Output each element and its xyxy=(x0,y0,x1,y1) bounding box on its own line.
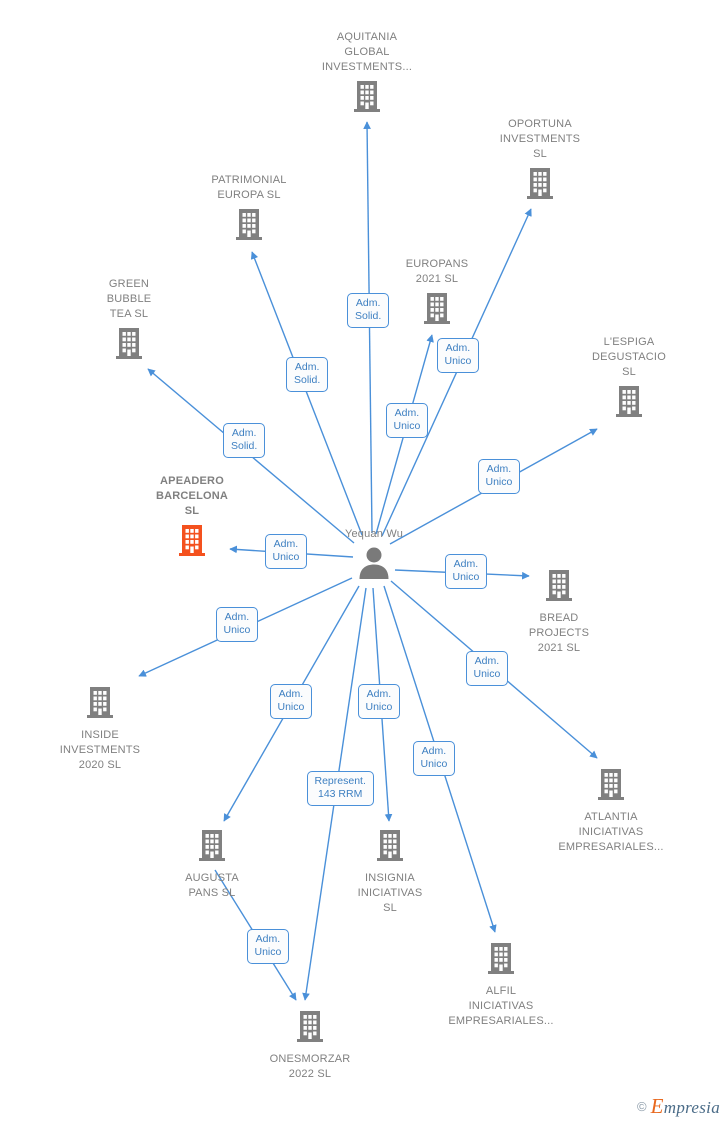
building-icon xyxy=(177,523,207,562)
company-node-patrimonial[interactable]: PATRIMONIAL EUROPA SL xyxy=(169,173,329,246)
brand-name: Empresia xyxy=(651,1094,720,1119)
edge-label-e-oportuna[interactable]: Adm. Unico xyxy=(436,337,480,373)
edge-label-e-atlantia[interactable]: Adm. Unico xyxy=(465,650,509,686)
edge-label-e-augusta-onesmorzar[interactable]: Adm. Unico xyxy=(246,928,290,964)
building-icon xyxy=(234,207,264,246)
edge-label-e-europans[interactable]: Adm. Unico xyxy=(385,402,429,438)
company-node-label-apeadero: APEADERO BARCELONA SL xyxy=(155,475,229,517)
empresia-watermark: © Empresia xyxy=(637,1094,720,1119)
building-icon xyxy=(197,828,227,867)
company-node-label-atlantia: ATLANTIA INICIATIVAS EMPRESARIALES... xyxy=(558,811,664,853)
building-icon xyxy=(525,166,555,205)
company-node-label-alfil: ALFIL INICIATIVAS EMPRESARIALES... xyxy=(448,985,554,1027)
edge-label-e-inside[interactable]: Adm. Unico xyxy=(215,606,259,642)
person-icon xyxy=(354,546,394,585)
company-node-label-onesmorzar: ONESMORZAR 2022 SL xyxy=(269,1053,351,1080)
edge-label-e-onesmorzar[interactable]: Represent. 143 RRM xyxy=(306,770,374,806)
building-icon xyxy=(544,568,574,607)
company-node-atlantia[interactable]: ATLANTIA INICIATIVAS EMPRESARIALES... xyxy=(531,767,691,855)
center-person-label: Yequan Wu xyxy=(344,528,404,540)
building-icon xyxy=(422,291,452,330)
company-node-label-europans: EUROPANS 2021 SL xyxy=(405,258,469,285)
company-node-lespiga[interactable]: L'ESPIGA DEGUSTACIO SL xyxy=(549,335,709,423)
company-node-oportuna[interactable]: OPORTUNA INVESTMENTS SL xyxy=(460,117,620,205)
company-node-greenbubble[interactable]: GREEN BUBBLE TEA SL xyxy=(49,277,209,365)
edge-label-e-aquitania[interactable]: Adm. Solid. xyxy=(347,292,390,328)
edge-label-e-augusta[interactable]: Adm. Unico xyxy=(269,683,313,719)
building-icon xyxy=(614,384,644,423)
company-node-augusta[interactable]: AUGUSTA PANS SL xyxy=(132,828,292,901)
company-node-insignia[interactable]: INSIGNIA INICIATIVAS SL xyxy=(310,828,470,916)
center-person-node[interactable]: Yequan Wu xyxy=(294,527,454,585)
company-node-label-greenbubble: GREEN BUBBLE TEA SL xyxy=(106,278,152,320)
company-node-label-patrimonial: PATRIMONIAL EUROPA SL xyxy=(211,174,287,201)
building-icon xyxy=(114,326,144,365)
company-node-label-insignia: INSIGNIA INICIATIVAS SL xyxy=(357,872,423,914)
company-node-label-inside: INSIDE INVESTMENTS 2020 SL xyxy=(59,729,141,771)
building-icon xyxy=(486,941,516,980)
building-icon xyxy=(295,1009,325,1048)
company-node-onesmorzar[interactable]: ONESMORZAR 2022 SL xyxy=(230,1009,390,1082)
building-icon xyxy=(375,828,405,867)
company-node-label-oportuna: OPORTUNA INVESTMENTS SL xyxy=(499,118,581,160)
building-icon xyxy=(85,685,115,724)
company-node-label-bread: BREAD PROJECTS 2021 SL xyxy=(528,612,590,654)
company-node-aquitania[interactable]: AQUITANIA GLOBAL INVESTMENTS... xyxy=(287,30,447,118)
edge-label-e-insignia[interactable]: Adm. Unico xyxy=(357,683,401,719)
building-icon xyxy=(352,79,382,118)
building-icon xyxy=(596,767,626,806)
company-node-label-lespiga: L'ESPIGA DEGUSTACIO SL xyxy=(592,336,666,378)
company-node-label-aquitania: AQUITANIA GLOBAL INVESTMENTS... xyxy=(321,31,413,73)
company-node-apeadero[interactable]: APEADERO BARCELONA SL xyxy=(112,474,272,562)
brand-rest: mpresia xyxy=(663,1098,720,1117)
edge-label-e-alfil[interactable]: Adm. Unico xyxy=(412,740,456,776)
brand-initial: E xyxy=(650,1094,664,1118)
edge-label-e-lespiga[interactable]: Adm. Unico xyxy=(477,458,521,494)
company-network-diagram: AQUITANIA GLOBAL INVESTMENTS... OPORTUNA … xyxy=(0,0,728,1125)
company-node-inside[interactable]: INSIDE INVESTMENTS 2020 SL xyxy=(20,685,180,773)
company-node-bread[interactable]: BREAD PROJECTS 2021 SL xyxy=(479,568,639,656)
copyright-symbol: © xyxy=(637,1099,647,1114)
company-node-label-augusta: AUGUSTA PANS SL xyxy=(185,872,239,899)
edge-label-e-patrimonial[interactable]: Adm. Solid. xyxy=(286,356,329,392)
company-node-alfil[interactable]: ALFIL INICIATIVAS EMPRESARIALES... xyxy=(421,941,581,1029)
edge-label-e-greenbubble[interactable]: Adm. Solid. xyxy=(223,422,266,458)
